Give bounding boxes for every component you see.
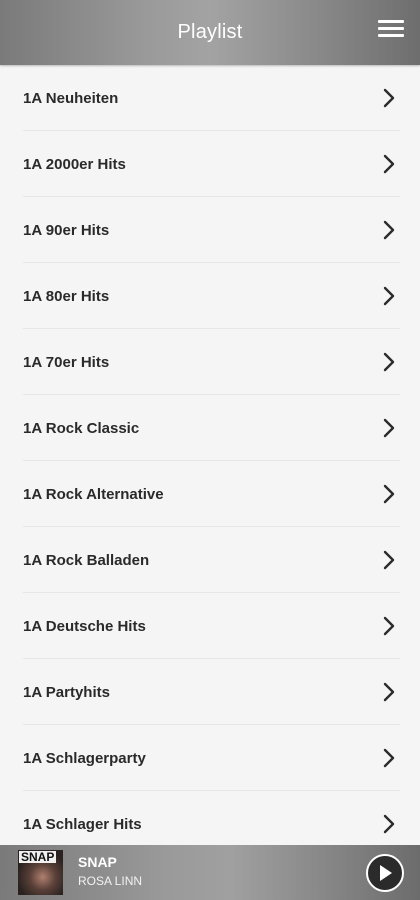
chevron-right-icon [383, 814, 395, 834]
playlist-item-label: 1A 90er Hits [23, 221, 110, 239]
playlist-item-label: 1A Rock Classic [23, 419, 140, 437]
playlist-item-label: 1A Schlagerparty [23, 749, 146, 767]
playlist-item-label: 1A Neuheiten [23, 89, 119, 107]
playlist-item-70er-hits[interactable]: 1A 70er Hits [0, 329, 420, 395]
playlist-item-schlagerparty[interactable]: 1A Schlagerparty [0, 725, 420, 791]
playlist-item-label: 1A Schlager Hits [23, 815, 142, 833]
playlist-list: 1A Neuheiten 1A 2000er Hits 1A 90er Hits… [0, 65, 420, 845]
playlist-item-label: 1A 2000er Hits [23, 155, 126, 173]
playlist-item-label: 1A Partyhits [23, 683, 110, 701]
chevron-right-icon [383, 550, 395, 570]
track-info: SNAP ROSA LINN [78, 854, 142, 889]
playlist-item-label: 1A Rock Alternative [23, 485, 164, 503]
playlist-item-schlager-hits[interactable]: 1A Schlager Hits [0, 791, 420, 845]
playlist-item-rock-alternative[interactable]: 1A Rock Alternative [0, 461, 420, 527]
play-button[interactable] [366, 854, 404, 892]
page-title: Playlist [177, 21, 243, 43]
chevron-right-icon [383, 154, 395, 174]
chevron-right-icon [383, 418, 395, 438]
playlist-item-rock-classic[interactable]: 1A Rock Classic [0, 395, 420, 461]
chevron-right-icon [383, 88, 395, 108]
playlist-item-label: 1A 70er Hits [23, 353, 110, 371]
play-icon [380, 865, 392, 881]
playlist-item-90er-hits[interactable]: 1A 90er Hits [0, 197, 420, 263]
track-title: SNAP [78, 854, 117, 870]
playlist-item-label: 1A Deutsche Hits [23, 617, 146, 635]
hamburger-menu-icon[interactable] [378, 20, 404, 42]
playlist-item-neuheiten[interactable]: 1A Neuheiten [0, 65, 420, 131]
track-artist: ROSA LINN [78, 874, 143, 888]
chevron-right-icon [383, 286, 395, 306]
playlist-item-80er-hits[interactable]: 1A 80er Hits [0, 263, 420, 329]
playlist-item-rock-balladen[interactable]: 1A Rock Balladen [0, 527, 420, 593]
now-playing-bar[interactable]: SNAP SNAP ROSA LINN [0, 845, 420, 900]
chevron-right-icon [383, 220, 395, 240]
album-art: SNAP [18, 850, 63, 895]
chevron-right-icon [383, 682, 395, 702]
album-art-text: SNAP [19, 850, 57, 864]
app-header: Playlist [0, 0, 420, 65]
playlist-item-label: 1A Rock Balladen [23, 551, 150, 569]
playlist-item-partyhits[interactable]: 1A Partyhits [0, 659, 420, 725]
playlist-item-label: 1A 80er Hits [23, 287, 110, 305]
chevron-right-icon [383, 484, 395, 504]
playlist-item-deutsche-hits[interactable]: 1A Deutsche Hits [0, 593, 420, 659]
chevron-right-icon [383, 616, 395, 636]
playlist-item-2000er-hits[interactable]: 1A 2000er Hits [0, 131, 420, 197]
chevron-right-icon [383, 748, 395, 768]
chevron-right-icon [383, 352, 395, 372]
